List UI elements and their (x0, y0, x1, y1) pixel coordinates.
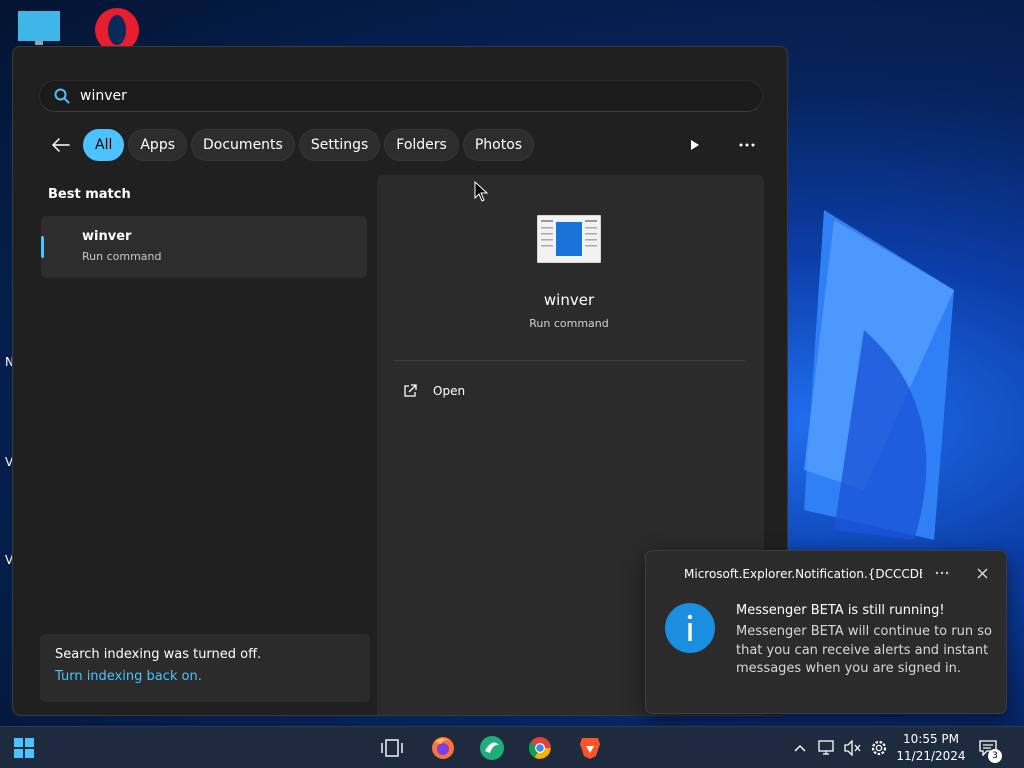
play-more-filters-icon[interactable] (681, 131, 709, 159)
search-input[interactable] (80, 88, 720, 104)
result-subtitle: Run command (82, 250, 162, 263)
run-command-app-icon (536, 214, 602, 267)
filter-all[interactable]: All (83, 129, 125, 161)
filter-settings[interactable]: Settings (298, 129, 381, 161)
clock-date: 11/21/2024 (896, 749, 966, 763)
divider (393, 360, 745, 361)
notification-toast[interactable]: Microsoft.Explorer.Notification.{DCCCDE0… (645, 550, 1007, 714)
messenger-icon[interactable] (476, 732, 508, 764)
indexing-message: Search indexing was turned off. (55, 647, 262, 662)
notification-app-name: Microsoft.Explorer.Notification.{DCCCDE0… (684, 567, 922, 581)
filter-folders[interactable]: Folders (384, 129, 459, 161)
desktop-icon-this-pc[interactable] (18, 11, 60, 49)
chrome-icon[interactable] (524, 732, 556, 764)
network-icon[interactable] (814, 732, 840, 764)
brave-icon[interactable] (574, 732, 606, 764)
clock-time: 10:55 PM (903, 732, 959, 746)
notification-body: Messenger BETA will continue to run so t… (736, 624, 992, 676)
more-options-icon[interactable] (733, 131, 761, 159)
volume-muted-icon[interactable] (840, 732, 866, 764)
best-match-heading: Best match (48, 187, 131, 202)
indexing-notice: Search indexing was turned off. Turn ind… (40, 634, 370, 702)
search-box[interactable] (39, 80, 763, 112)
selection-accent (41, 236, 44, 258)
open-action[interactable]: Open (393, 373, 745, 409)
mouse-cursor-icon (474, 181, 488, 202)
best-match-result[interactable]: winver Run command (41, 216, 367, 278)
taskbar-clock[interactable]: 10:55 PM 11/21/2024 (896, 732, 966, 763)
notification-title: Messenger BETA is still running! (736, 603, 945, 618)
filter-apps[interactable]: Apps (128, 129, 188, 161)
open-action-label: Open (433, 384, 466, 398)
back-arrow-icon[interactable] (47, 131, 75, 159)
start-button[interactable] (8, 732, 40, 764)
chevron-up-icon[interactable] (788, 732, 812, 764)
taskbar: 10:55 PM 11/21/2024 3 (0, 726, 1024, 768)
more-options-icon[interactable] (932, 563, 952, 583)
firefox-icon[interactable] (427, 732, 459, 764)
settings-gear-icon[interactable] (866, 732, 892, 764)
turn-indexing-on-link[interactable]: Turn indexing back on. (55, 669, 202, 684)
filter-bar: All Apps Documents Settings Folders Phot… (47, 129, 538, 161)
preview-subtitle: Run command (529, 317, 609, 330)
windows-bloom-graphic (804, 210, 954, 540)
result-title: winver (82, 229, 132, 244)
search-icon (54, 87, 72, 105)
filter-documents[interactable]: Documents (191, 129, 295, 161)
task-view-icon[interactable] (376, 732, 408, 764)
open-external-icon (403, 382, 421, 400)
notification-count-badge: 3 (988, 749, 1002, 763)
desktop-icon-opera[interactable] (93, 8, 141, 52)
close-icon[interactable] (972, 563, 992, 583)
preview-title: winver (543, 291, 595, 309)
info-icon (665, 603, 715, 657)
filter-photos[interactable]: Photos (462, 129, 535, 161)
filter-toolbar-right (681, 131, 761, 159)
